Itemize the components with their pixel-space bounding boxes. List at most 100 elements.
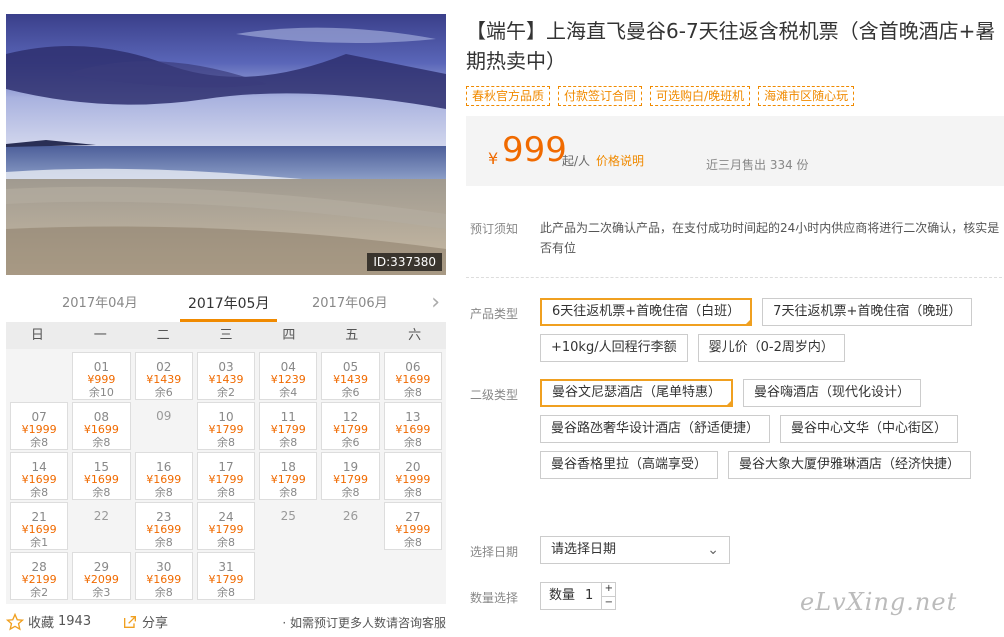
day-price: ¥2099: [83, 573, 119, 586]
tab-month-next[interactable]: 2017年06月: [312, 290, 388, 318]
sub-type-options: 曼谷文尼瑟酒店（尾单特惠） 曼谷嗨酒店（现代化设计） 曼谷路氹奢华设计酒店（舒适…: [540, 379, 980, 479]
day-stock: 余1: [30, 536, 49, 549]
calendar-day-cell: 09: [135, 402, 193, 450]
calendar-day-cell[interactable]: 11 ¥1799 余8: [259, 402, 318, 450]
tab-month-prev[interactable]: 2017年04月: [62, 290, 138, 318]
chevron-down-icon: ⌄: [707, 542, 719, 558]
day-number: 31: [218, 560, 234, 574]
calendar-day-cell[interactable]: 13 ¥1699 余8: [383, 402, 442, 450]
day-price: ¥1999: [395, 473, 431, 486]
calendar-day-cell: 26: [321, 502, 379, 550]
day-stock: 余2: [30, 586, 49, 599]
calendar-day-cell[interactable]: 15 ¥1699 余8: [72, 452, 131, 500]
calendar-day-cell[interactable]: 12 ¥1799 余6: [321, 402, 380, 450]
calendar-day-cell[interactable]: 08 ¥1699 余8: [72, 402, 131, 450]
day-number: 27: [405, 510, 421, 524]
option-extra-luggage[interactable]: +10kg/人回程行李额: [540, 334, 688, 362]
weekday-label: 一: [93, 328, 107, 343]
day-number: 24: [218, 510, 234, 524]
calendar-day-cell[interactable]: 02 ¥1439 余6: [134, 352, 193, 400]
calendar-day-cell[interactable]: 23 ¥1699 余8: [134, 502, 193, 550]
day-number: 21: [31, 510, 47, 524]
option-type-night-flight[interactable]: 7天往返机票+首晚住宿（晚班）: [762, 298, 973, 326]
option-hotel-5[interactable]: 曼谷香格里拉（高端享受）: [540, 451, 719, 479]
day-stock: 余8: [279, 486, 298, 499]
day-stock: 余8: [216, 586, 235, 599]
day-number: 07: [31, 410, 47, 424]
month-tabs: 2017年04月 2017年05月 2017年06月 ›: [6, 290, 446, 322]
day-number: 02: [156, 360, 172, 374]
day-stock: 余8: [216, 436, 235, 449]
day-stock: 余2: [216, 386, 235, 399]
calendar-day-cell[interactable]: 31 ¥1799 余8: [196, 552, 256, 600]
calendar-day-cell[interactable]: 16 ¥1699 余8: [134, 452, 193, 500]
calendar-day-cell[interactable]: 28 ¥2199 余2: [10, 552, 69, 600]
product-id-badge: ID:337380: [367, 253, 442, 271]
option-hotel-6[interactable]: 曼谷大象大厦伊雅琳酒店（经济快捷）: [728, 451, 972, 479]
day-price: ¥1439: [333, 373, 369, 386]
share-button[interactable]: 分享: [122, 612, 168, 631]
weekday-label: 五: [345, 328, 359, 343]
option-hotel-3[interactable]: 曼谷路氹奢华设计酒店（舒适便捷）: [540, 415, 771, 443]
day-number: 28: [31, 560, 47, 574]
day-number: 17: [218, 460, 234, 474]
day-price: ¥1999: [21, 423, 57, 436]
decrement-button[interactable]: −: [602, 595, 616, 610]
calendar-day-cell[interactable]: 27 ¥1999 余8: [383, 502, 442, 550]
calendar-day-cell[interactable]: 17 ¥1799 余8: [196, 452, 256, 500]
calendar-day-cell[interactable]: 03 ¥1439 余2: [196, 352, 256, 400]
calendar-day-cell: 22: [72, 502, 130, 550]
option-hotel-4[interactable]: 曼谷中心文华（中心街区）: [780, 415, 959, 443]
divider: [466, 277, 1002, 278]
option-type-day-flight[interactable]: 6天往返机票+首晚住宿（白班）: [540, 298, 753, 326]
day-stock: 余8: [403, 436, 422, 449]
calendar-day-cell[interactable]: 10 ¥1799 余8: [196, 402, 256, 450]
star-icon: [6, 612, 24, 630]
calendar-day-cell[interactable]: 01 ¥999 余10: [72, 352, 131, 400]
calendar-day-cell[interactable]: 30 ¥1699 余8: [134, 552, 193, 600]
option-infant-price[interactable]: 婴儿价（0-2周岁内）: [697, 334, 845, 362]
chevron-right-icon[interactable]: ›: [431, 290, 440, 316]
option-hotel-2[interactable]: 曼谷嗨酒店（现代化设计）: [743, 379, 922, 407]
day-price: ¥1699: [83, 423, 119, 436]
feature-tags: 春秋官方品质 付款签订合同 可选购白/晚班机 海滩市区随心玩: [466, 86, 855, 106]
calendar-day-cell[interactable]: 05 ¥1439 余6: [321, 352, 380, 400]
day-price: ¥1239: [270, 373, 306, 386]
calendar-day-cell[interactable]: 18 ¥1799 余8: [259, 452, 318, 500]
day-stock: 余8: [30, 436, 49, 449]
day-number: 05: [342, 360, 359, 374]
calendar-day-cell[interactable]: 07 ¥1999 余8: [10, 402, 69, 450]
option-hotel-1[interactable]: 曼谷文尼瑟酒店（尾单特惠）: [540, 379, 734, 407]
calendar-day-cell[interactable]: 14 ¥1699 余8: [10, 452, 69, 500]
favorite-button[interactable]: 收藏 1943: [6, 612, 91, 631]
calendar-day-cell[interactable]: 06 ¥1699 余8: [383, 352, 442, 400]
day-stock: 余8: [341, 486, 360, 499]
quantity-field[interactable]: 数量 1: [540, 582, 603, 610]
tab-month-current[interactable]: 2017年05月: [179, 290, 278, 322]
price-explain-link[interactable]: 价格说明: [596, 152, 644, 169]
day-stock: 余8: [216, 486, 235, 499]
day-number: 13: [405, 410, 421, 424]
day-price: ¥1699: [83, 473, 119, 486]
weekday-label: 二: [156, 328, 170, 343]
calendar-day-cell[interactable]: 29 ¥2099 余3: [72, 552, 131, 600]
day-number: 06: [405, 360, 421, 374]
feature-tag: 可选购白/晚班机: [650, 86, 751, 106]
calendar-day-cell[interactable]: 21 ¥1699 余1: [10, 502, 69, 550]
calendar-day-cell[interactable]: 04 ¥1239 余4: [259, 352, 318, 400]
notice-label: 预订须知: [470, 222, 519, 236]
increment-button[interactable]: +: [602, 583, 615, 596]
price-calendar: 日 一 二 三 四 五 六 01 ¥999 余10 02 ¥1439 余6 03 ¥1439 余…: [6, 322, 446, 604]
day-number: 04: [280, 360, 296, 374]
date-select[interactable]: 请选择日期 ⌄: [540, 536, 730, 564]
calendar-day-cell[interactable]: 20 ¥1999 余8: [383, 452, 442, 500]
day-number: 14: [31, 460, 47, 474]
day-stock: 余8: [92, 436, 111, 449]
calendar-day-cell[interactable]: 24 ¥1799 余8: [196, 502, 256, 550]
share-label: 分享: [142, 616, 169, 631]
day-number: 30: [156, 560, 172, 574]
sub-type-label: 二级类型: [470, 388, 519, 402]
day-stock: 余6: [341, 386, 360, 399]
calendar-day-cell[interactable]: 19 ¥1799 余8: [321, 452, 380, 500]
day-price: ¥1699: [395, 373, 431, 386]
